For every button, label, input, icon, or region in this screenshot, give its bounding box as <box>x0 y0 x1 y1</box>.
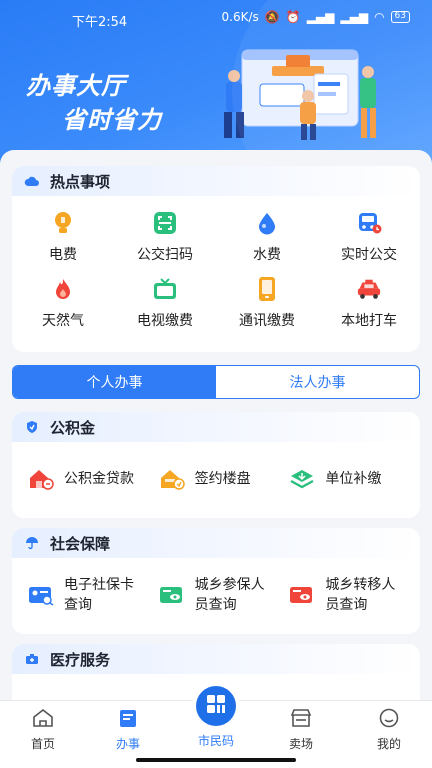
home-icon <box>31 707 55 729</box>
document-icon <box>116 707 140 729</box>
house-loan-icon <box>28 466 54 492</box>
umbrella-icon <box>24 535 40 551</box>
hot-item-label: 通讯缴费 <box>239 313 295 329</box>
bus-icon <box>356 210 382 236</box>
nav-store[interactable]: 卖场 <box>271 707 331 752</box>
signed-properties[interactable]: 签约楼盘 <box>151 466 282 492</box>
tab-personal[interactable]: 个人办事 <box>13 366 216 398</box>
hot-item-label: 本地打车 <box>341 313 397 329</box>
hot-item-label: 电视缴费 <box>137 313 193 329</box>
nav-store-label: 卖场 <box>288 737 313 751</box>
hot-item-label: 水费 <box>253 247 281 263</box>
nav-profile[interactable]: 我的 <box>359 707 419 752</box>
hot-item-tv-payment[interactable]: 电视缴费 <box>114 276 216 342</box>
hot-items-header: 热点事项 <box>12 166 420 196</box>
cloud-icon <box>24 173 40 189</box>
tab-corporate[interactable]: 法人办事 <box>216 366 419 398</box>
qr-scan-icon <box>152 210 178 236</box>
app-grid-icon <box>205 693 227 719</box>
hot-item-water[interactable]: 水费 <box>216 210 318 276</box>
hot-items-grid: 电费 公交扫码 水费 实时公交 天然气 电视缴费 通讯缴费 本地打车 <box>12 196 420 342</box>
flame-icon <box>50 276 76 302</box>
service-hall-illustration <box>224 49 376 140</box>
card-view-icon <box>159 582 185 608</box>
medical-kit-icon <box>24 651 40 667</box>
nav-services-label: 办事 <box>115 737 140 751</box>
rural-urban-insured-query-label: 城乡参保人员查询 <box>194 577 265 613</box>
nav-home[interactable]: 首页 <box>13 707 73 752</box>
bulb-icon <box>50 210 76 236</box>
citizen-code-label: 市民码 <box>197 734 234 748</box>
status-time: 下午2:54 <box>72 15 128 30</box>
status-bar: 下午2:54 0.6K/s 🔕 ⏰ ▂▄▆ ▂▄▆ ◠ 63 <box>0 0 432 36</box>
medical-services-header: 医疗服务 <box>12 644 420 674</box>
e-social-card-query[interactable]: 电子社保卡查询 <box>20 575 151 615</box>
car-icon <box>356 276 382 302</box>
hot-items-title: 热点事项 <box>50 172 111 191</box>
building-sign-icon <box>159 466 185 492</box>
provident-fund-title: 公积金 <box>50 418 96 437</box>
shield-icon <box>24 419 40 435</box>
signed-properties-label: 签约楼盘 <box>194 471 251 487</box>
hot-item-label: 电费 <box>49 247 77 263</box>
citizen-code-button[interactable] <box>196 686 236 726</box>
signal-icon: ▂▄▆ <box>306 10 335 24</box>
provident-fund-loan-label: 公积金贷款 <box>64 471 134 487</box>
unit-supplementary-payment-label: 单位补缴 <box>325 471 382 487</box>
hot-item-realtime-bus[interactable]: 实时公交 <box>318 210 420 276</box>
unit-supplementary-payment[interactable]: 单位补缴 <box>281 466 412 492</box>
signal-2-icon: ▂▄▆ <box>340 10 369 24</box>
hot-item-local-taxi[interactable]: 本地打车 <box>318 276 420 342</box>
provident-fund-card: 公积金 公积金贷款 签约楼盘 单位补缴 <box>12 412 420 518</box>
hot-item-electricity[interactable]: 电费 <box>12 210 114 276</box>
provident-fund-items: 公积金贷款 签约楼盘 单位补缴 <box>12 442 420 516</box>
alarm-icon: ⏰ <box>285 10 301 24</box>
hot-item-bus-scan[interactable]: 公交扫码 <box>114 210 216 276</box>
hot-item-label: 公交扫码 <box>137 247 193 263</box>
network-speed: 0.6K/s <box>221 10 259 24</box>
rural-urban-transfer-query[interactable]: 城乡转移人员查询 <box>281 575 412 615</box>
medical-services-title: 医疗服务 <box>50 650 111 669</box>
hot-item-gas[interactable]: 天然气 <box>12 276 114 342</box>
hot-item-label: 天然气 <box>42 313 84 329</box>
wifi-icon: ◠ <box>374 10 385 24</box>
battery-icon: 63 <box>390 11 410 23</box>
hot-item-label: 实时公交 <box>341 247 397 263</box>
e-social-card-query-label: 电子社保卡查询 <box>64 577 134 613</box>
hero-banner: 下午2:54 0.6K/s 🔕 ⏰ ▂▄▆ ▂▄▆ ◠ 63 办事大厅 省时省力 <box>0 0 432 168</box>
rural-urban-transfer-query-label: 城乡转移人员查询 <box>325 577 396 613</box>
social-security-header: 社会保障 <box>12 528 420 558</box>
card-transfer-icon <box>289 582 315 608</box>
provident-fund-loan[interactable]: 公积金贷款 <box>20 466 151 492</box>
mute-icon: 🔕 <box>264 10 280 24</box>
provident-fund-header: 公积金 <box>12 412 420 442</box>
system-home-indicator[interactable] <box>136 758 296 762</box>
tv-icon <box>152 276 178 302</box>
phone-icon <box>254 276 280 302</box>
slogan-line-1: 办事大厅 <box>26 72 126 100</box>
social-security-items: 电子社保卡查询 城乡参保人员查询 城乡转移人员查询 <box>12 558 420 632</box>
nav-home-label: 首页 <box>30 737 55 751</box>
store-icon <box>289 707 313 729</box>
hot-item-telecom-payment[interactable]: 通讯缴费 <box>216 276 318 342</box>
social-security-title: 社会保障 <box>50 534 111 553</box>
layers-icon <box>289 466 315 492</box>
rural-urban-insured-query[interactable]: 城乡参保人员查询 <box>151 575 282 615</box>
nav-services[interactable]: 办事 <box>98 707 158 752</box>
social-security-card: 社会保障 电子社保卡查询 城乡参保人员查询 城乡转移人员查询 <box>12 528 420 634</box>
profile-icon <box>377 707 401 729</box>
status-icons: 0.6K/s 🔕 ⏰ ▂▄▆ ▂▄▆ ◠ 63 <box>222 10 410 24</box>
slogan-line-2: 省时省力 <box>62 106 162 134</box>
water-drop-icon <box>254 210 280 236</box>
nav-profile-label: 我的 <box>376 737 401 751</box>
service-type-tabs: 个人办事 法人办事 <box>12 365 420 399</box>
id-card-search-icon <box>28 582 54 608</box>
hot-items-card: 热点事项 电费 公交扫码 水费 实时公交 天然气 电视缴费 通讯缴费 本地打车 <box>12 166 420 352</box>
